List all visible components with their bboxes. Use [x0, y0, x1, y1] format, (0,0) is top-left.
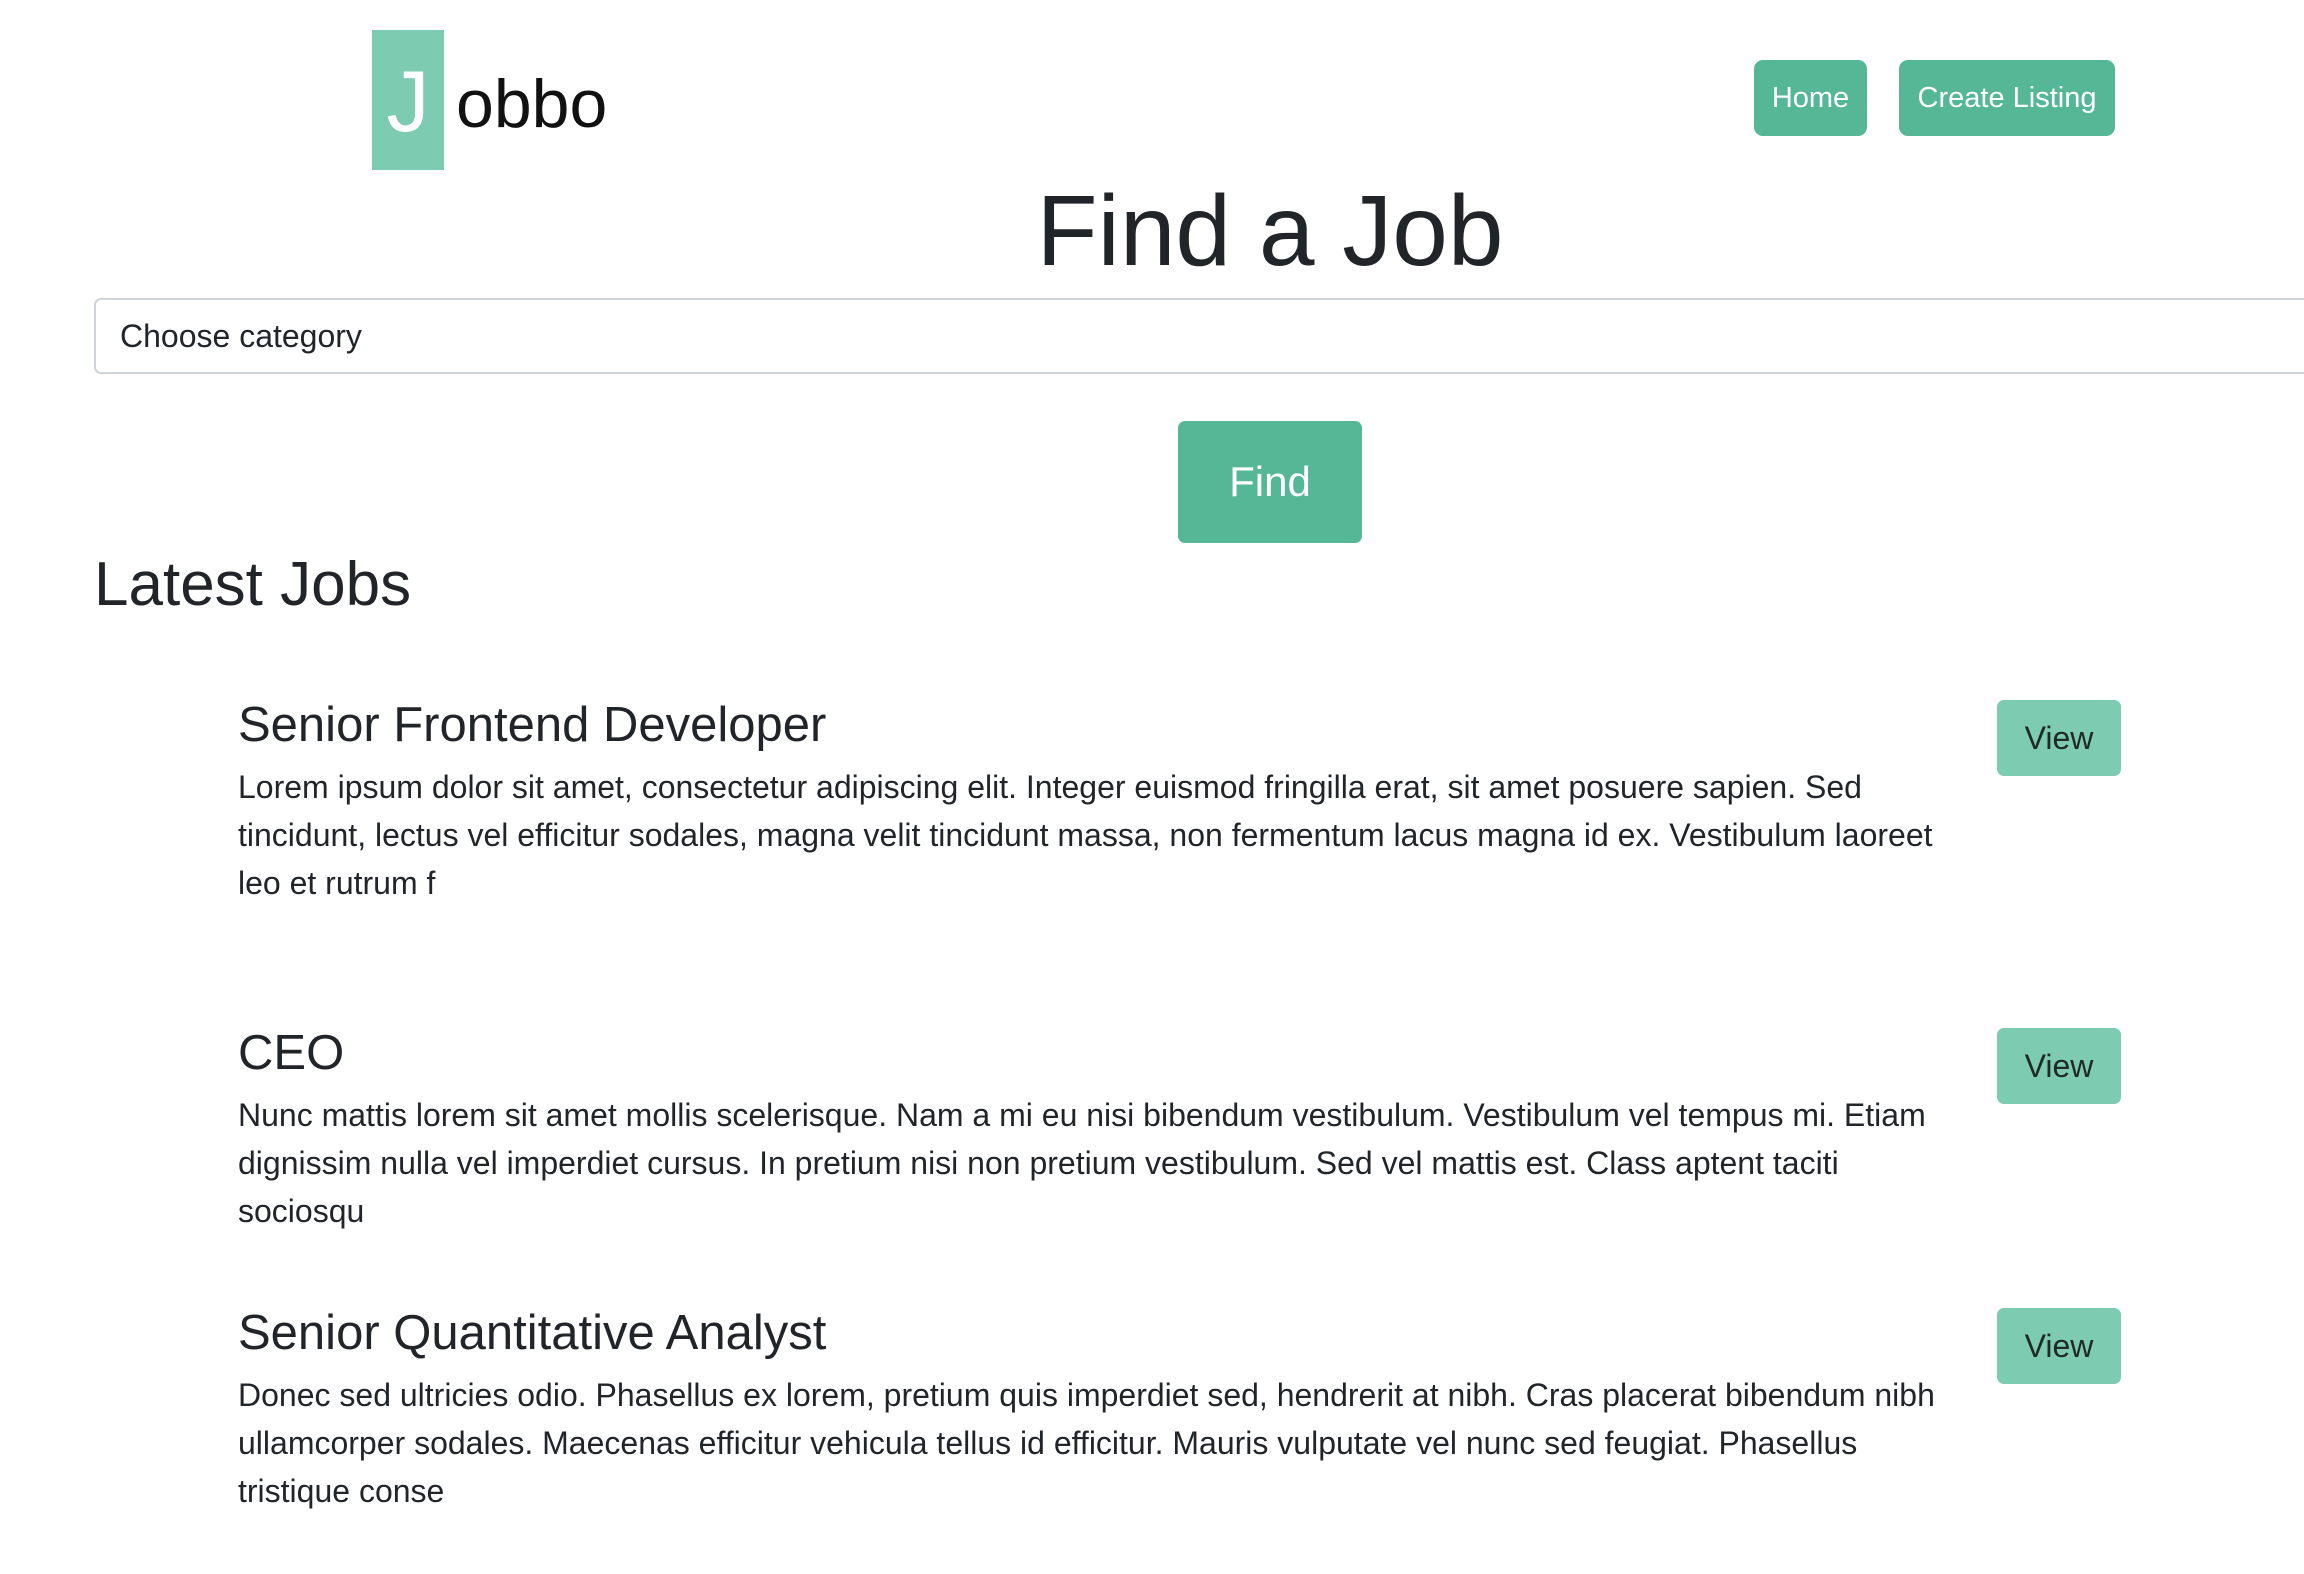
logo-letter-box: J	[372, 30, 444, 170]
job-item: Senior Quantitative Analyst Donec sed ul…	[238, 1304, 2198, 1515]
job-item: CEO Nunc mattis lorem sit amet mollis sc…	[238, 1024, 2198, 1235]
job-title: Senior Quantitative Analyst	[238, 1306, 827, 1360]
job-title: Senior Frontend Developer	[238, 698, 827, 752]
home-button[interactable]: Home	[1754, 60, 1867, 136]
find-button[interactable]: Find	[1178, 421, 1362, 543]
latest-jobs-heading: Latest Jobs	[94, 550, 412, 619]
view-job-button[interactable]: View	[1997, 1308, 2121, 1384]
logo-text: obbo	[456, 66, 608, 142]
job-description: Donec sed ultricies odio. Phasellus ex l…	[238, 1376, 1935, 1509]
job-item: Senior Frontend Developer Lorem ipsum do…	[238, 696, 2198, 907]
view-job-button[interactable]: View	[1997, 700, 2121, 776]
create-listing-button[interactable]: Create Listing	[1899, 60, 2115, 136]
category-select[interactable]: Choose category	[94, 298, 2304, 374]
job-title: CEO	[238, 1026, 345, 1080]
job-description: Lorem ipsum dolor sit amet, consectetur …	[238, 768, 1933, 901]
view-job-button[interactable]: View	[1997, 1028, 2121, 1104]
job-description: Nunc mattis lorem sit amet mollis sceler…	[238, 1096, 1926, 1229]
top-nav: Home Create Listing	[1754, 60, 2115, 136]
page-title: Find a Job	[1036, 175, 1504, 287]
logo[interactable]: J obbo	[372, 30, 607, 170]
